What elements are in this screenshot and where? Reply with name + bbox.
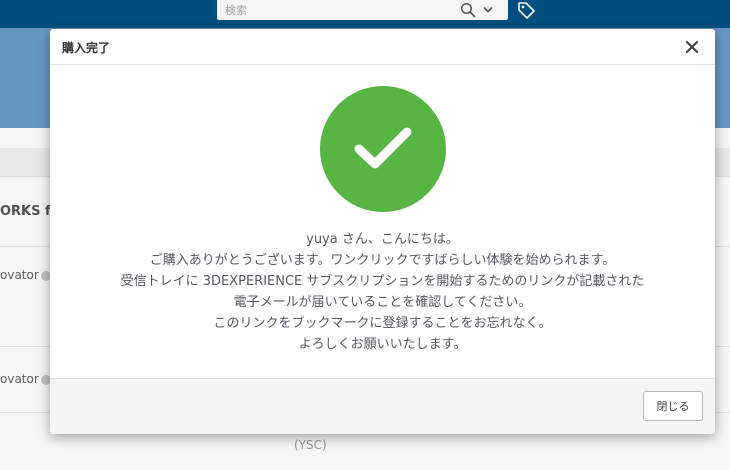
message-line: 受信トレイに 3DEXPERIENCE サブスクリプションを開始するためのリンク… xyxy=(120,274,645,289)
close-button[interactable]: 閉じる xyxy=(643,391,703,421)
dialog-title: 購入完了 xyxy=(62,41,111,55)
close-icon-button[interactable] xyxy=(682,37,702,57)
success-badge xyxy=(320,86,446,212)
check-icon xyxy=(354,127,412,169)
confirmation-message: yuya さん、こんにちは。 ご購入ありがとうございます。ワンクリックですばらし… xyxy=(50,229,715,355)
message-line: ご購入ありがとうございます。ワンクリックですばらしい体験を始められます。 xyxy=(149,253,616,268)
greeting-text: yuya さん、こんにちは。 xyxy=(306,232,459,247)
purchase-complete-dialog: 購入完了 yuya さん、こんにちは。 ご購入ありがとうございます。ワンクリック… xyxy=(50,29,715,434)
message-line: よろしくお願いいたします。 xyxy=(298,337,467,352)
message-line: 電子メールが届いていることを確認してください。 xyxy=(233,295,532,310)
dialog-footer: 閉じる xyxy=(50,378,715,434)
message-line: このリンクをブックマークに登録することをお忘れなく。 xyxy=(213,316,552,331)
close-icon[interactable] xyxy=(685,40,699,54)
dialog-header: 購入完了 xyxy=(50,29,715,65)
